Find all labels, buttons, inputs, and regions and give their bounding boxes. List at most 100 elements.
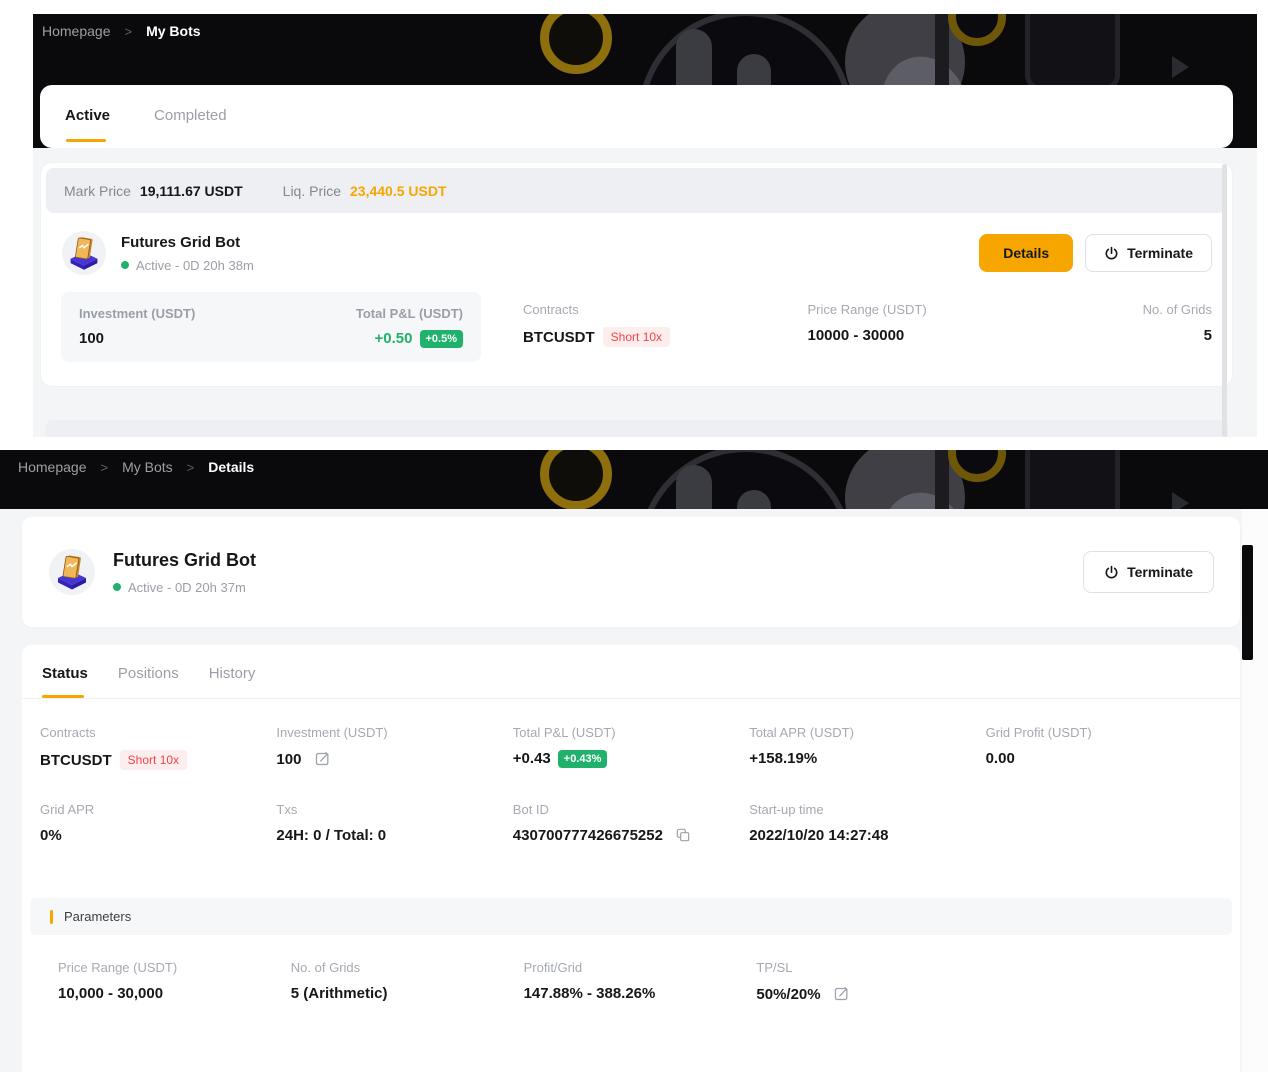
chevron-right-icon: >: [125, 24, 133, 39]
stat-total-apr: Total APR (USDT) +158.19%: [749, 725, 985, 770]
contracts-value: BTCUSDT: [40, 752, 112, 769]
stat-empty: [986, 802, 1222, 846]
edit-tpsl-button[interactable]: [833, 985, 850, 1005]
breadcrumb: Homepage > My Bots: [42, 23, 201, 39]
param-label: Profit/Grid: [524, 960, 757, 975]
stat-grid-apr: Grid APR 0%: [40, 802, 276, 846]
coin-illustration: [540, 14, 612, 74]
mark-price-label: Mark Price: [64, 183, 131, 199]
price-info-bar: Mark Price 19,111.67 USDT Liq. Price 23,…: [46, 168, 1227, 213]
parameters-grid: Price Range (USDT) 10,000 - 30,000 No. o…: [22, 935, 1240, 1005]
total-apr-value: +158.19%: [749, 750, 985, 767]
stat-grids: No. of Grids 5: [1092, 302, 1212, 347]
stat-txs: Txs 24H: 0 / Total: 0: [276, 802, 512, 846]
stat-total-pnl: Total P&L (USDT) +0.43+0.43%: [513, 725, 749, 770]
param-grids: No. of Grids 5 (Arithmetic): [291, 960, 524, 1005]
investment-value: 100: [276, 751, 301, 768]
stat-label: Total APR (USDT): [749, 725, 985, 740]
copy-icon: [675, 827, 691, 843]
bot-header-row: Futures Grid Bot Active - 0D 20h 38m Det…: [41, 213, 1232, 288]
edit-icon: [314, 750, 331, 767]
grid-profit-value: 0.00: [986, 750, 1222, 767]
grids-value: 5: [1092, 327, 1212, 344]
breadcrumb-homepage[interactable]: Homepage: [42, 23, 111, 39]
chevron-right-icon: >: [187, 460, 195, 475]
breadcrumb-my-bots[interactable]: My Bots: [122, 459, 173, 475]
pnl-percent-badge: +0.43%: [558, 750, 608, 768]
robot-eye-icon: [676, 465, 712, 509]
edit-investment-button[interactable]: [314, 750, 331, 770]
edit-icon: [833, 985, 850, 1002]
price-range-value: 10,000 - 30,000: [58, 985, 291, 1002]
stat-bot-id: Bot ID 430700777426675252: [513, 802, 749, 846]
param-label: TP/SL: [756, 960, 989, 975]
copy-bot-id-button[interactable]: [675, 827, 691, 846]
terminate-button[interactable]: Terminate: [1085, 234, 1212, 272]
param-empty: [989, 960, 1222, 1005]
tab-completed[interactable]: Completed: [154, 107, 227, 142]
breadcrumb-homepage[interactable]: Homepage: [18, 459, 87, 475]
page-scrollbar-thumb[interactable]: [1222, 164, 1227, 437]
stat-label: Contracts: [40, 725, 276, 740]
terminate-button[interactable]: Terminate: [1083, 551, 1214, 593]
bot-stats-row: Investment (USDT) 100 Total P&L (USDT) +…: [41, 288, 1232, 386]
decor-bar: [935, 14, 949, 96]
txs-value: 24H: 0 / Total: 0: [276, 827, 512, 844]
status-dot-icon: [121, 261, 129, 269]
liq-price-value: 23,440.5 USDT: [350, 183, 447, 199]
tab-active-label: Active: [65, 107, 110, 124]
status-stats-grid: Contracts BTCUSDTShort 10x Investment (U…: [22, 699, 1240, 846]
stat-label: Grid Profit (USDT): [986, 725, 1222, 740]
grids-label: No. of Grids: [1092, 302, 1212, 317]
stat-label: Grid APR: [40, 802, 276, 817]
tab-status-label: Status: [42, 665, 88, 682]
grids-value: 5 (Arithmetic): [291, 985, 524, 1002]
active-tab-indicator: [42, 695, 84, 698]
stat-label: Txs: [276, 802, 512, 817]
page-scrollbar-thumb[interactable]: [1242, 545, 1253, 660]
pnl-percent-badge: +0.5%: [420, 330, 464, 348]
arrow-icon: [1172, 492, 1189, 509]
power-icon: [1104, 246, 1119, 261]
investment-value: 100: [79, 330, 195, 347]
arrow-icon: [1172, 56, 1189, 78]
startup-time-value: 2022/10/20 14:27:48: [749, 827, 985, 844]
bot-status-text: Active - 0D 20h 37m: [128, 580, 246, 595]
tab-positions[interactable]: Positions: [118, 665, 179, 698]
bot-detail-header-card: Futures Grid Bot Active - 0D 20h 37m Ter…: [22, 517, 1240, 627]
grid-bot-avatar: [48, 548, 96, 596]
param-tpsl: TP/SL 50%/20%: [756, 960, 989, 1005]
detail-tabs: Status Positions History: [22, 645, 1240, 699]
details-button[interactable]: Details: [979, 234, 1073, 272]
tab-history[interactable]: History: [209, 665, 256, 698]
stat-price-range: Price Range (USDT) 10000 - 30000: [808, 302, 1093, 347]
stat-label: Total P&L (USDT): [513, 725, 749, 740]
bot-details-screen: Homepage > My Bots > Details Futures Gri…: [0, 450, 1268, 1072]
stat-contracts: Contracts BTCUSDTShort 10x: [523, 302, 808, 347]
decor-shape: [1025, 14, 1120, 91]
stat-label: Bot ID: [513, 802, 749, 817]
contracts-label: Contracts: [523, 302, 808, 317]
stat-label: Start-up time: [749, 802, 985, 817]
power-icon: [1104, 565, 1119, 580]
next-bot-card-edge: [45, 420, 1228, 437]
breadcrumb-my-bots: My Bots: [146, 23, 200, 39]
hero-banner: Homepage > My Bots > Details: [0, 450, 1268, 509]
stat-investment: Investment (USDT) 100: [276, 725, 512, 770]
stat-grid-profit: Grid Profit (USDT) 0.00: [986, 725, 1222, 770]
bot-status-text: Active - 0D 20h 38m: [136, 258, 254, 273]
param-label: Price Range (USDT): [58, 960, 291, 975]
tab-active[interactable]: Active: [65, 107, 110, 142]
tab-status[interactable]: Status: [42, 665, 88, 698]
coin-illustration: [540, 450, 612, 509]
bot-card: Mark Price 19,111.67 USDT Liq. Price 23,…: [40, 162, 1233, 387]
profit-grid-value: 147.88% - 388.26%: [524, 985, 757, 1002]
total-pnl-label: Total P&L (USDT): [356, 306, 463, 321]
decor-bar: [935, 450, 949, 509]
short-leverage-badge: Short 10x: [603, 327, 670, 347]
grid-apr-value: 0%: [40, 827, 276, 844]
breadcrumb-details: Details: [208, 459, 254, 475]
total-pnl-value: +0.50: [375, 330, 413, 347]
breadcrumb: Homepage > My Bots > Details: [18, 459, 254, 475]
status-dot-icon: [113, 583, 121, 591]
